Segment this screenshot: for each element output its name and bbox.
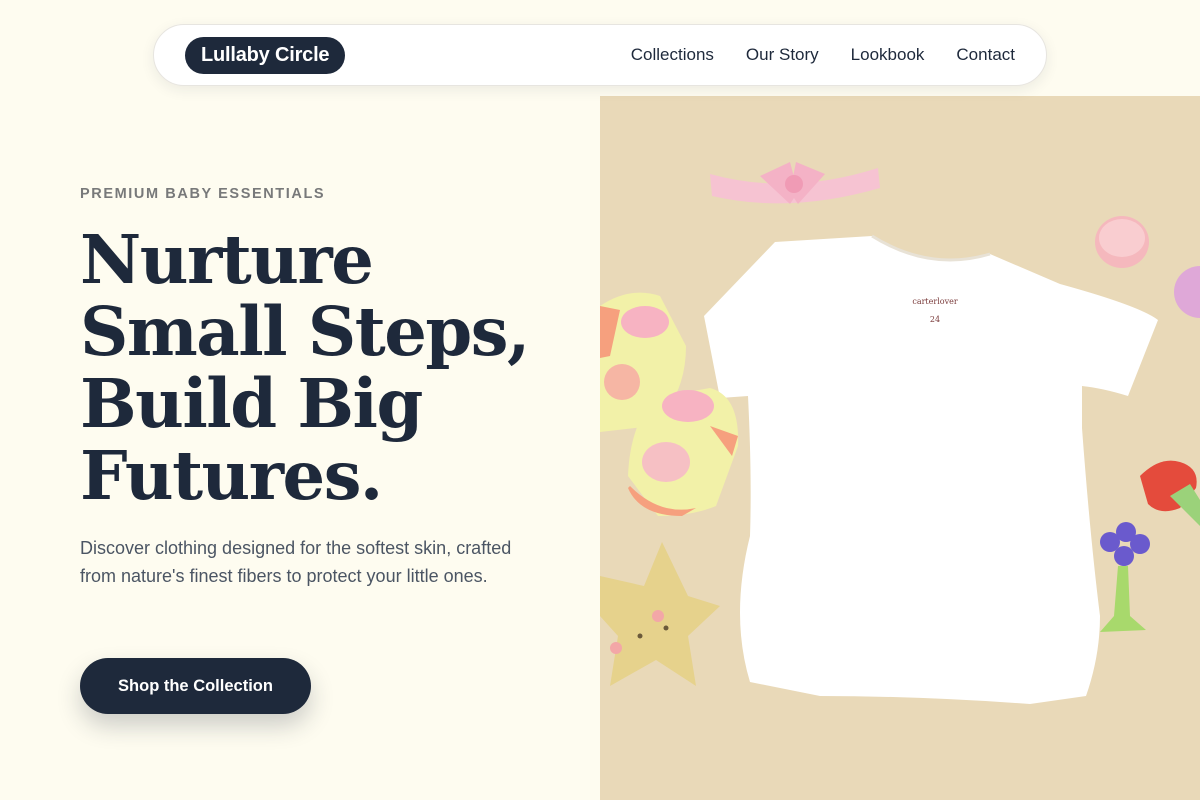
nav-link-our-story[interactable]: Our Story — [746, 45, 819, 65]
headline-line-4: Futures. — [80, 436, 383, 515]
hero-product-image: carterlover 24 — [600, 96, 1200, 800]
brand-logo[interactable]: Lullaby Circle — [185, 36, 346, 74]
hero-headline: Nurture Small Steps, Build Big Futures. — [80, 224, 580, 512]
nav-link-lookbook[interactable]: Lookbook — [851, 45, 925, 65]
headline-line-2: Small Steps, — [80, 292, 530, 371]
hero-subtext: Discover clothing designed for the softe… — [80, 538, 512, 586]
nav-links: Collections Our Story Lookbook Contact — [631, 45, 1015, 65]
hero-eyebrow: PREMIUM BABY ESSENTIALS — [80, 186, 326, 202]
headline-line-1: Nurture — [80, 220, 374, 299]
top-navbar: Lullaby Circle Collections Our Story Loo… — [153, 24, 1047, 86]
shop-collection-button[interactable]: Shop the Collection — [80, 658, 311, 714]
shirt-tag-brand: carterlover — [912, 297, 957, 306]
nav-link-collections[interactable]: Collections — [631, 45, 714, 65]
headline-line-3: Build Big — [80, 364, 423, 443]
shirt-tag-size: 24 — [930, 315, 940, 324]
nav-link-contact[interactable]: Contact — [956, 45, 1015, 65]
